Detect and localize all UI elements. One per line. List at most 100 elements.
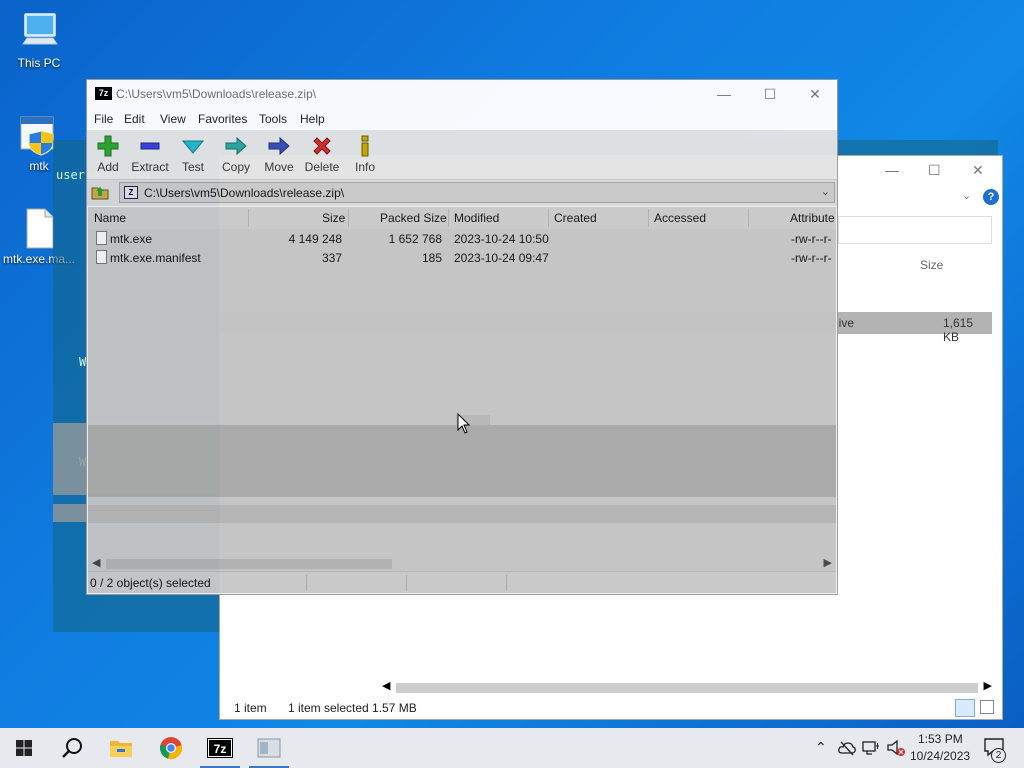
maximize-icon[interactable]: ☐ [928,162,941,179]
file-row[interactable]: mtk.exe.manifest 337 185 2023-10-24 09:4… [88,248,836,267]
close-icon: ✕ [809,85,821,102]
desktop-icon-this-pc[interactable]: This PC [1,10,77,70]
notification-count-badge: 2 [991,748,1006,763]
search-box[interactable] [838,216,992,244]
scroll-right-icon[interactable]: ▶ [824,556,832,569]
file-list[interactable]: Name Size Packed Size Modified Created A… [88,207,836,573]
column-header-accessed[interactable]: Accessed [654,211,706,225]
address-field[interactable]: Z C:\Users\vm5\Downloads\release.zip\ ⌄ [119,182,835,203]
chevron-up-icon[interactable]: ⌃ [815,739,827,756]
horizontal-scrollbar[interactable]: ◀ ▶ [88,555,836,572]
column-divider[interactable] [548,209,549,227]
scroll-thumb[interactable] [396,683,978,693]
toolbar-label: Delete [304,160,340,174]
column-divider[interactable] [348,209,349,227]
file-size: 4 149 248 [288,232,342,246]
minus-icon [129,134,171,158]
scroll-thumb[interactable] [106,559,392,569]
status-bar: 0 / 2 object(s) selected [88,571,836,593]
menu-tools[interactable]: Tools [259,112,287,126]
item-count: 1 item [234,701,267,715]
sevenzip-titlebar[interactable]: 7z C:\Users\vm5\Downloads\release.zip\ —… [87,80,837,108]
window-title: C:\Users\vm5\Downloads\release.zip\ [116,87,317,101]
column-divider[interactable] [448,209,449,227]
file-modified: 2023-10-24 09:47 [454,251,549,265]
horizontal-scrollbar[interactable]: ◀ ▶ [380,679,994,695]
search-button[interactable] [48,728,96,768]
delete-button[interactable]: Delete [301,134,343,174]
test-button[interactable]: Test [172,134,214,174]
copy-button[interactable]: Copy [215,134,257,174]
chevron-down-icon[interactable]: ⌄ [821,185,830,198]
menu-favorites[interactable]: Favorites [198,112,247,126]
taskbar-file-explorer[interactable] [97,728,145,768]
address-text: C:\Users\vm5\Downloads\release.zip\ [144,186,345,200]
chevron-down-icon[interactable]: ⌄ [962,189,971,202]
menu-file[interactable]: File [94,112,113,126]
file-packed-size: 185 [421,251,442,265]
column-header-packed-size[interactable]: Packed Size [380,211,447,225]
extract-button[interactable]: Extract [129,134,171,174]
volume-muted-icon[interactable] [886,739,906,757]
column-header-created[interactable]: Created [554,211,597,225]
file-size: 337 [321,251,342,265]
file-name: mtk.exe.manifest [110,251,201,265]
column-header-size[interactable]: Size [920,258,943,272]
start-button[interactable] [0,728,48,768]
maximize-button[interactable]: ☐ [747,80,793,108]
check-icon [172,134,214,158]
taskbar-app-window[interactable] [245,728,293,768]
help-icon[interactable]: ? [983,189,999,205]
column-header-attributes[interactable]: Attribute [790,211,835,225]
cloud-offline-icon[interactable] [838,740,856,756]
menu-help[interactable]: Help [300,112,325,126]
computer-icon [17,10,61,54]
column-divider[interactable] [648,209,649,227]
scroll-right-icon[interactable]: ▶ [984,679,992,692]
desktop-icon-label: This PC [17,56,61,70]
explorer-status-bar: 1 item 1 item selected 1.57 MB [220,697,1002,719]
large-icons-view-icon[interactable] [980,700,994,714]
minimize-icon[interactable]: — [885,162,899,178]
move-button[interactable]: Move [258,134,300,174]
menu-edit[interactable]: Edit [124,112,145,126]
menu-bar: File Edit View Favorites Tools Help [87,108,837,130]
minimize-button[interactable]: — [701,80,747,108]
file-icon [96,231,107,245]
close-icon[interactable]: ✕ [972,162,984,179]
file-packed-size: 1 652 768 [388,232,442,246]
scroll-left-icon[interactable]: ◀ [382,679,390,692]
menu-view[interactable]: View [160,112,186,126]
file-name: mtk.exe [110,232,153,246]
plus-icon [87,134,129,158]
sevenzip-window[interactable]: 7z C:\Users\vm5\Downloads\release.zip\ —… [86,79,838,595]
network-icon[interactable] [862,740,880,756]
toolbar-label: Copy [221,160,250,174]
chrome-icon [160,737,183,760]
file-row[interactable]: mtk.exe 4 149 248 1 652 768 2023-10-24 1… [88,229,836,248]
taskbar-chrome[interactable] [147,728,195,768]
toolbar-label: Add [97,160,119,174]
toolbar-label: Test [181,160,204,174]
info-icon [344,134,386,158]
column-divider[interactable] [248,209,249,227]
info-button[interactable]: Info [344,134,386,174]
column-header-name[interactable]: Name [94,211,126,225]
column-divider[interactable] [748,209,749,227]
column-header-size[interactable]: Size [322,211,345,225]
status-divider [506,575,507,591]
close-button[interactable]: ✕ [792,80,838,108]
selection-status: 0 / 2 object(s) selected [90,576,211,590]
details-view-icon[interactable] [955,699,975,717]
folder-up-icon [91,187,109,200]
search-icon [62,738,82,758]
column-header-modified[interactable]: Modified [454,211,499,225]
mouse-cursor-icon [457,413,471,434]
clock-time[interactable]: 1:53 PM [918,732,963,746]
archive-icon: Z [124,186,138,199]
scroll-left-icon[interactable]: ◀ [92,556,100,569]
clock-date[interactable]: 10/24/2023 [910,749,970,763]
taskbar-7zip[interactable]: 7z [196,728,244,768]
up-folder-button[interactable] [90,182,110,202]
add-button[interactable]: Add [87,134,129,174]
